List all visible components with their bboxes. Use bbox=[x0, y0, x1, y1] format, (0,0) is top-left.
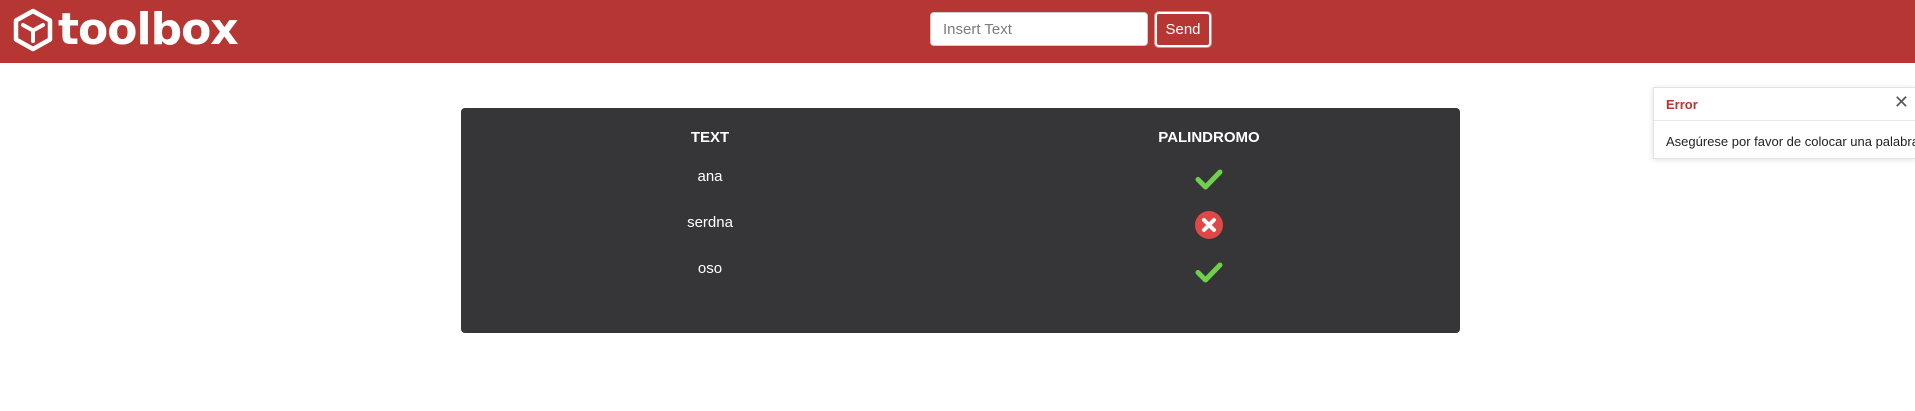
cube-icon bbox=[13, 8, 53, 52]
check-icon bbox=[1195, 169, 1223, 190]
table-row-text: ana bbox=[697, 168, 723, 185]
error-toast: Error ✕ Asegúrese por favor de colocar u… bbox=[1653, 87, 1915, 159]
toast-title: Error bbox=[1666, 97, 1698, 112]
close-icon[interactable]: ✕ bbox=[1894, 93, 1909, 111]
x-circle-icon bbox=[1195, 211, 1223, 239]
navbar: toolbox Send bbox=[0, 0, 1915, 63]
brand-name: toolbox bbox=[58, 4, 239, 55]
brand[interactable]: toolbox bbox=[12, 4, 239, 55]
table-row-text: oso bbox=[697, 260, 723, 277]
search-input[interactable] bbox=[930, 12, 1148, 46]
check-icon bbox=[1195, 262, 1223, 283]
table-row-text: serdna bbox=[687, 214, 733, 231]
send-button[interactable]: Send bbox=[1155, 12, 1211, 47]
column-header-palindromo: PALINDROMO bbox=[1158, 129, 1260, 146]
toast-header: Error ✕ bbox=[1654, 88, 1915, 121]
toast-message: Asegúrese por favor de colocar una palab… bbox=[1666, 134, 1915, 149]
column-header-text: TEXT bbox=[690, 129, 730, 146]
